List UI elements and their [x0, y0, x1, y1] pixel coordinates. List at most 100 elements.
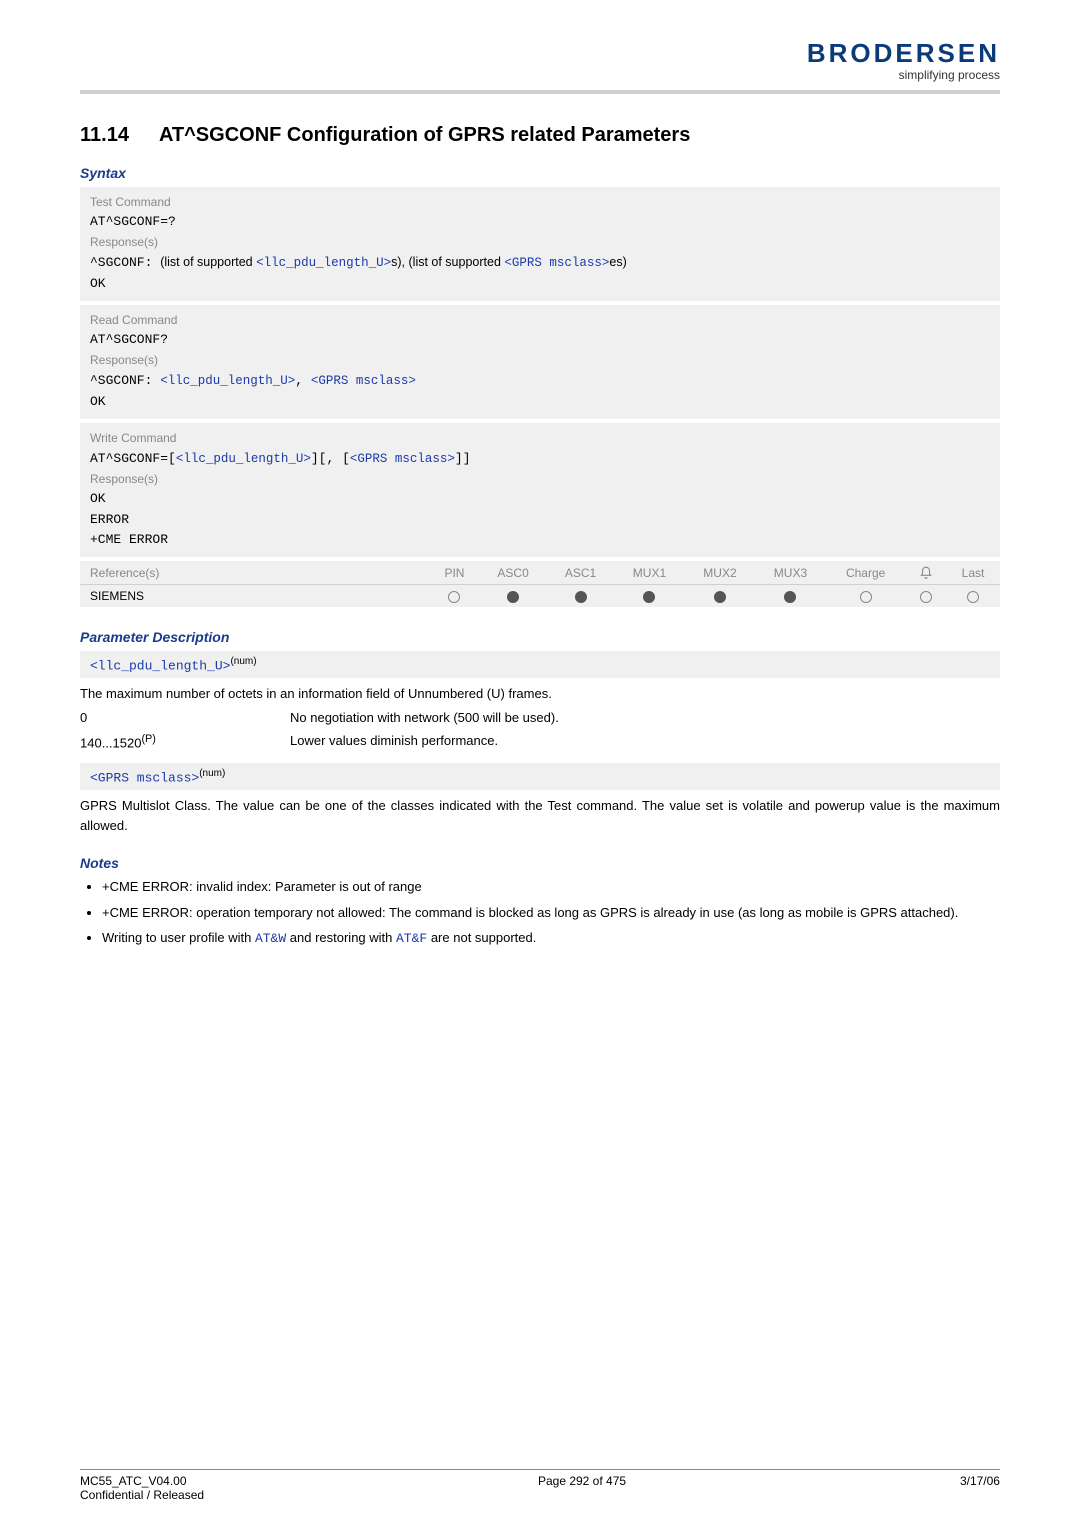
ref-col-pin: PIN: [430, 561, 480, 584]
write-response-label: Response(s): [90, 470, 990, 489]
dot-filled-icon: [575, 591, 587, 603]
ref-dot-bell: [906, 584, 946, 607]
ref-dot-mux3: [755, 584, 826, 607]
ref-dot-pin: [430, 584, 480, 607]
footer-left: MC55_ATC_V04.00 Confidential / Released: [80, 1474, 204, 1502]
reference-value: SIEMENS: [80, 584, 430, 607]
ref-dot-mux2: [685, 584, 756, 607]
param1-row2-key-sup: (P): [141, 733, 155, 745]
footer-divider: [80, 1469, 1000, 1470]
bell-icon: [919, 566, 933, 580]
read-resp-param2: <GPRS msclass>: [311, 374, 416, 388]
dot-empty-icon: [860, 591, 872, 603]
page-footer: MC55_ATC_V04.00 Confidential / Released …: [80, 1469, 1000, 1502]
test-ok: OK: [90, 274, 990, 295]
param1-row2-key: 140...1520(P): [80, 731, 290, 753]
brand-tagline: simplifying process: [807, 68, 1000, 82]
dot-filled-icon: [714, 591, 726, 603]
section-title-text: AT^SGCONF Configuration of GPRS related …: [159, 124, 690, 146]
note-3-cmd1: AT&W: [255, 931, 286, 946]
test-resp-text3: es): [609, 255, 626, 269]
dot-filled-icon: [507, 591, 519, 603]
section-title: 11.14 AT^SGCONF Configuration of GPRS rel…: [80, 124, 1000, 147]
param2-body: GPRS Multislot Class. The value can be o…: [80, 790, 1000, 845]
param1-row1-val: No negotiation with network (500 will be…: [290, 708, 1000, 728]
test-command: AT^SGCONF=?: [90, 212, 990, 233]
ref-dot-charge: [826, 584, 906, 607]
note-2: +CME ERROR: operation temporary not allo…: [102, 903, 1000, 923]
dot-empty-icon: [448, 591, 460, 603]
reference-label: Reference(s): [80, 561, 430, 584]
param2-header: <GPRS msclass>(num): [80, 763, 1000, 790]
write-command-line: AT^SGCONF=[<llc_pdu_length_U>][, [<GPRS …: [90, 448, 990, 470]
ref-col-mux1: MUX1: [614, 561, 685, 584]
read-command: AT^SGCONF?: [90, 330, 990, 351]
read-resp-prefix: ^SGCONF:: [90, 373, 160, 388]
ref-dot-asc0: [479, 584, 546, 607]
read-resp-sep: ,: [295, 373, 311, 388]
parameter-description-section: Parameter Description <llc_pdu_length_U>…: [80, 629, 1000, 845]
write-cmd-param1: <llc_pdu_length_U>: [176, 452, 311, 466]
test-resp-param1: <llc_pdu_length_U>: [256, 256, 391, 270]
write-cmd-param2: <GPRS msclass>: [350, 452, 455, 466]
footer-conf: Confidential / Released: [80, 1488, 204, 1502]
reference-table: Reference(s) PIN ASC0 ASC1 MUX1 MUX2 MUX…: [80, 561, 1000, 607]
test-resp-text2: s), (list of supported: [391, 255, 504, 269]
note-3-cmd2: AT&F: [396, 931, 427, 946]
param2-name: <GPRS msclass>: [90, 770, 199, 785]
read-ok: OK: [90, 392, 990, 413]
read-resp-param1: <llc_pdu_length_U>: [160, 374, 295, 388]
param1-row1: 0 No negotiation with network (500 will …: [80, 708, 1000, 728]
write-cmd-suffix: ]]: [455, 451, 471, 466]
write-cmd-mid: ][, [: [311, 451, 350, 466]
param1-desc: The maximum number of octets in an infor…: [80, 684, 1000, 704]
notes-heading: Notes: [80, 855, 1000, 871]
read-response-line: ^SGCONF: <llc_pdu_length_U>, <GPRS mscla…: [90, 370, 990, 392]
note-3-b: and restoring with: [286, 930, 396, 945]
write-command-block: Write Command AT^SGCONF=[<llc_pdu_length…: [80, 423, 1000, 558]
section-number: 11.14: [80, 124, 129, 147]
ref-col-asc0: ASC0: [479, 561, 546, 584]
dot-empty-icon: [967, 591, 979, 603]
param1-body: The maximum number of octets in an infor…: [80, 678, 1000, 763]
page-header: BRODERSEN simplifying process: [80, 40, 1000, 82]
param1-row2-val: Lower values diminish performance.: [290, 731, 1000, 753]
ref-col-bell: [906, 561, 946, 584]
footer-page: Page 292 of 475: [538, 1474, 626, 1488]
ref-col-last: Last: [946, 561, 1000, 584]
footer-doc: MC55_ATC_V04.00: [80, 1474, 204, 1488]
dot-filled-icon: [643, 591, 655, 603]
param2-desc: GPRS Multislot Class. The value can be o…: [80, 796, 1000, 835]
test-resp-prefix: ^SGCONF:: [90, 255, 160, 270]
ref-dot-asc1: [547, 584, 614, 607]
param1-row2-key-text: 140...1520: [80, 736, 141, 751]
ref-col-asc1: ASC1: [547, 561, 614, 584]
dot-filled-icon: [784, 591, 796, 603]
test-resp-text1: (list of supported: [160, 255, 256, 269]
note-3: Writing to user profile with AT&W and re…: [102, 928, 1000, 949]
read-command-block: Read Command AT^SGCONF? Response(s) ^SGC…: [80, 305, 1000, 419]
test-response-line: ^SGCONF: (list of supported <llc_pdu_len…: [90, 252, 990, 274]
ref-dot-mux1: [614, 584, 685, 607]
param1-header: <llc_pdu_length_U>(num): [80, 651, 1000, 678]
write-ok: OK: [90, 489, 990, 510]
parameter-heading: Parameter Description: [80, 629, 1000, 645]
ref-col-mux2: MUX2: [685, 561, 756, 584]
note-3-c: are not supported.: [427, 930, 536, 945]
test-command-label: Test Command: [90, 193, 990, 212]
write-error: ERROR: [90, 510, 990, 531]
brand-name: BRODERSEN: [807, 40, 1000, 66]
test-command-block: Test Command AT^SGCONF=? Response(s) ^SG…: [80, 187, 1000, 301]
param1-sup: (num): [230, 656, 256, 667]
param1-row2: 140...1520(P) Lower values diminish perf…: [80, 731, 1000, 753]
write-cme: +CME ERROR: [90, 530, 990, 551]
param1-row1-key: 0: [80, 708, 290, 728]
ref-dot-last: [946, 584, 1000, 607]
syntax-heading: Syntax: [80, 165, 1000, 181]
note-1: +CME ERROR: invalid index: Parameter is …: [102, 877, 1000, 897]
ref-col-charge: Charge: [826, 561, 906, 584]
write-command-label: Write Command: [90, 429, 990, 448]
read-response-label: Response(s): [90, 351, 990, 370]
write-cmd-prefix: AT^SGCONF=[: [90, 451, 176, 466]
footer-date: 3/17/06: [960, 1474, 1000, 1488]
